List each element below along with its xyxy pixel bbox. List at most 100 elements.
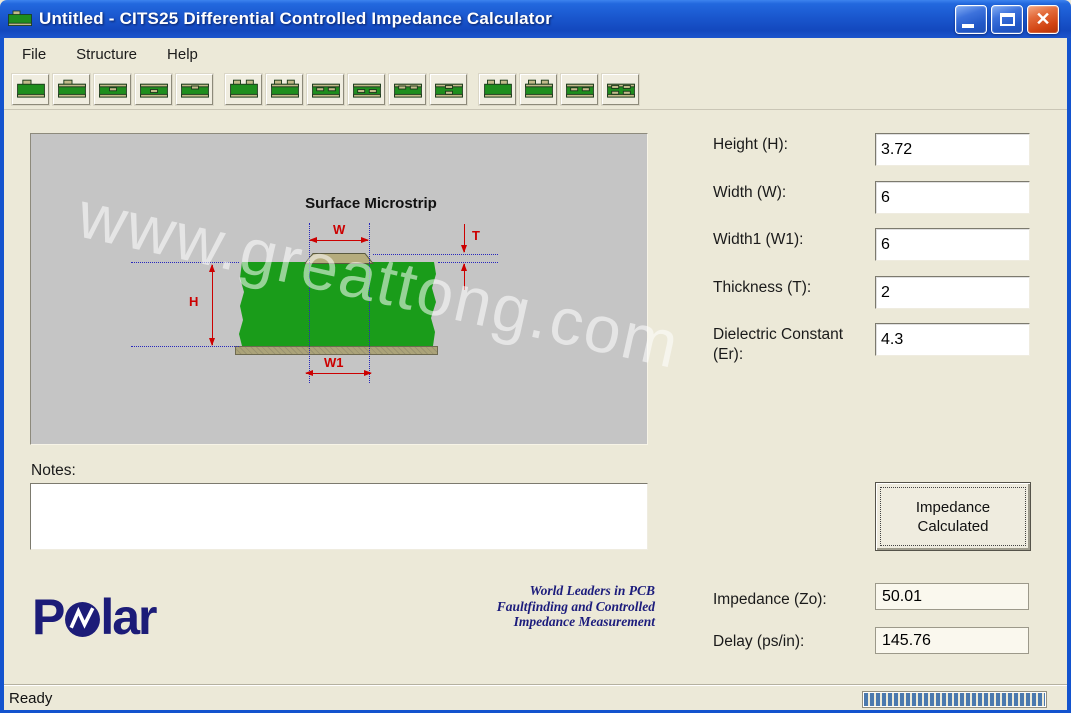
dielectric-constant-label: Dielectric Constant (Er): <box>713 325 865 365</box>
minimize-button[interactable] <box>955 5 987 34</box>
window-frame-left <box>0 38 4 713</box>
width-input[interactable] <box>875 181 1030 214</box>
trace-graphic <box>304 253 374 264</box>
broadside-coupled-stripline-button[interactable] <box>430 74 467 105</box>
substrate-graphic <box>239 262 436 346</box>
titlebar[interactable]: Untitled - CITS25 Differential Controlle… <box>0 0 1071 38</box>
window-controls: ✕ <box>955 5 1063 34</box>
coated-microstrip-icon <box>58 79 86 100</box>
status-text: Ready <box>9 690 52 707</box>
app-window: Untitled - CITS25 Differential Controlle… <box>0 0 1071 713</box>
edge-coupled-offset-stripline-upper-icon <box>394 79 422 100</box>
offset-stripline-upper-button[interactable] <box>176 74 213 105</box>
t-dimension-arrow-upper <box>464 224 465 252</box>
menu-structure[interactable]: Structure <box>64 40 149 69</box>
coated-microstrip-button[interactable] <box>53 74 90 105</box>
coupled-coated-microstrip-alt-icon <box>525 79 553 100</box>
coupled-stripline-alt-button[interactable] <box>561 74 598 105</box>
maximize-icon <box>1000 13 1015 26</box>
app-icon <box>8 10 32 28</box>
width-label: Width (W): <box>713 183 865 203</box>
edge-coupled-surface-microstrip-button[interactable] <box>225 74 262 105</box>
toolbar-group <box>477 70 641 105</box>
edge-coupled-surface-microstrip-icon <box>230 79 258 100</box>
notes-label: Notes: <box>31 462 76 480</box>
toolbar <box>4 70 1067 110</box>
progress-bar <box>862 691 1047 708</box>
polar-logo-text-end: lar <box>100 596 155 638</box>
guide-line <box>131 346 239 347</box>
impedance-result-value: 50.01 <box>875 583 1029 610</box>
bottom-copper-graphic <box>235 346 438 355</box>
delay-result-label: Delay (ps/in): <box>713 632 873 652</box>
width1-label: Width1 (W1): <box>713 230 865 250</box>
minimize-icon <box>962 24 974 28</box>
toolbar-group <box>10 70 215 105</box>
toolbar-separator <box>4 109 1067 110</box>
notes-textarea[interactable] <box>30 483 648 550</box>
dual-broadside-coupled-stripline-icon <box>607 79 635 100</box>
guide-line <box>373 254 498 255</box>
edge-coupled-coated-microstrip-button[interactable] <box>266 74 303 105</box>
polar-logo: P lar <box>32 594 156 640</box>
edge-coupled-coated-microstrip-icon <box>271 79 299 100</box>
thickness-label: Thickness (T): <box>713 278 865 298</box>
w-dimension-arrow <box>310 240 368 241</box>
offset-stripline-upper-icon <box>181 79 209 100</box>
t-dimension-arrow-lower <box>464 264 465 290</box>
guide-line <box>131 262 239 263</box>
tagline-line: Impedance Measurement <box>380 614 655 630</box>
width1-input[interactable] <box>875 228 1030 261</box>
guide-line <box>438 262 498 263</box>
stripline-icon <box>99 79 127 100</box>
edge-coupled-offset-stripline-upper-button[interactable] <box>389 74 426 105</box>
guide-line <box>369 223 370 383</box>
w1-dimension-arrow <box>306 373 371 374</box>
edge-coupled-stripline-button[interactable] <box>307 74 344 105</box>
t-dimension-label: T <box>472 228 480 243</box>
height-input[interactable] <box>875 133 1030 166</box>
edge-coupled-offset-stripline-lower-icon <box>353 79 381 100</box>
maximize-button[interactable] <box>991 5 1023 34</box>
thickness-input[interactable] <box>875 276 1030 309</box>
coupled-microstrip-alt-icon <box>484 79 512 100</box>
w1-dimension-label: W1 <box>324 355 344 370</box>
stripline-button[interactable] <box>94 74 131 105</box>
menu-file[interactable]: File <box>10 40 58 69</box>
coupled-coated-microstrip-alt-button[interactable] <box>520 74 557 105</box>
impedance-calculated-button-label: Impedance Calculated <box>880 487 1026 546</box>
menu-help[interactable]: Help <box>155 40 210 69</box>
menubar: File Structure Help <box>4 38 1067 70</box>
guide-line <box>309 223 310 383</box>
delay-result-value: 145.76 <box>875 627 1029 654</box>
surface-microstrip-icon <box>17 79 45 100</box>
polar-logo-pulse-icon <box>64 601 101 638</box>
broadside-coupled-stripline-icon <box>435 79 463 100</box>
offset-stripline-lower-button[interactable] <box>135 74 172 105</box>
diagram-panel: Surface Microstrip W H T W1 <box>30 133 648 445</box>
tagline-line: World Leaders in PCB <box>380 583 655 599</box>
edge-coupled-offset-stripline-lower-button[interactable] <box>348 74 385 105</box>
edge-coupled-stripline-icon <box>312 79 340 100</box>
coupled-stripline-alt-icon <box>566 79 594 100</box>
dual-broadside-coupled-stripline-button[interactable] <box>602 74 639 105</box>
brand-tagline: World Leaders in PCB Faultfinding and Co… <box>380 583 655 630</box>
progress-bar-fill <box>864 693 1045 706</box>
dielectric-constant-input[interactable] <box>875 323 1030 356</box>
toolbar-group <box>223 70 469 105</box>
height-label: Height (H): <box>713 135 865 155</box>
impedance-calculated-button[interactable]: Impedance Calculated <box>875 482 1031 551</box>
close-button[interactable]: ✕ <box>1027 5 1059 34</box>
offset-stripline-lower-icon <box>140 79 168 100</box>
coupled-microstrip-alt-button[interactable] <box>479 74 516 105</box>
impedance-result-label: Impedance (Zo): <box>713 590 873 610</box>
close-icon: ✕ <box>1028 6 1058 33</box>
h-dimension-label: H <box>189 294 198 309</box>
diagram-title: Surface Microstrip <box>231 195 511 212</box>
window-title: Untitled - CITS25 Differential Controlle… <box>39 9 552 29</box>
window-frame-right <box>1067 38 1071 713</box>
surface-microstrip-button[interactable] <box>12 74 49 105</box>
w-dimension-label: W <box>333 222 345 237</box>
tagline-line: Faultfinding and Controlled <box>380 599 655 615</box>
h-dimension-arrow <box>212 265 213 345</box>
